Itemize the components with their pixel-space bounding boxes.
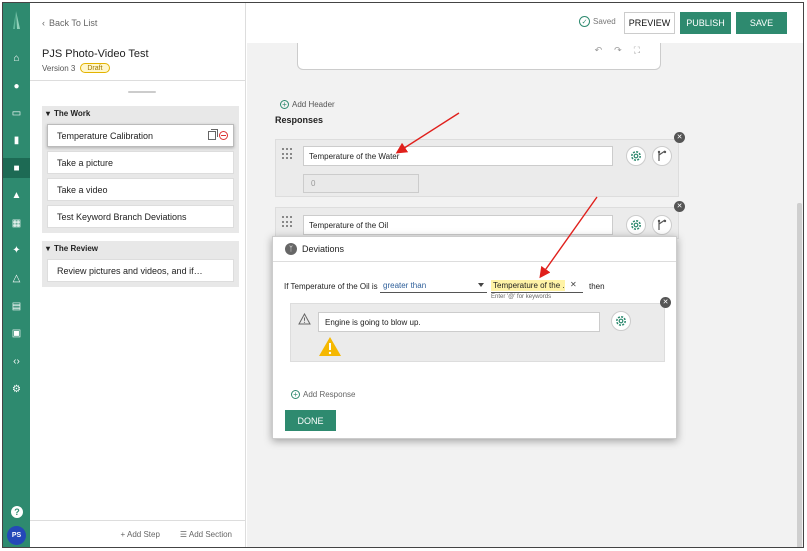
drag-handle[interactable] [128,91,156,93]
deviations-dialog: ᛉ Deviations If Temperature of the Oil i… [272,236,677,439]
back-to-list-link[interactable]: ‹ Back To List [42,18,97,28]
chat-icon[interactable]: ● [3,76,30,96]
branch-button[interactable] [652,146,672,166]
copy-icon[interactable] [208,129,218,140]
keyword-input[interactable]: Temperature of the ... ✕ [491,278,583,293]
keyword-hint: Enter '@' for keywords [491,294,552,300]
plus-circle-icon: + [280,100,289,109]
page-title: PJS Photo-Video Test [42,48,149,60]
deviation-message-input[interactable]: Engine is going to blow up. [318,312,600,332]
publish-button[interactable]: PUBLISH [680,12,731,34]
section-the-work: ▾ The Work Temperature Calibration Take … [42,106,239,233]
step-item[interactable]: Take a picture [47,151,234,174]
section-header[interactable]: ▾ The Work [42,106,239,121]
message-icon[interactable]: ▭ [3,103,30,123]
outline-panel: ‹ Back To List PJS Photo-Video Test Vers… [30,3,246,547]
gear-icon [631,151,641,161]
response-name-input[interactable]: Temperature of the Oil [303,215,613,235]
response-card: Temperature of the Water 0 [275,139,679,197]
gear-icon[interactable]: ⚙ [3,379,30,399]
nav-rail: ⌂ ● ▭ ▮ ■ ▲ ▦ ✦ △ ▤ ▣ ‹› ⚙ ? PS [3,3,30,547]
chevron-left-icon: ‹ [42,18,45,28]
id-card-icon[interactable]: ▤ [3,296,30,316]
fullscreen-icon[interactable]: ⛶ [634,45,640,56]
version-info: Version 3 Draft [42,63,110,73]
rich-text-editor[interactable]: ↶ ↷ ⛶ [297,43,661,70]
gear-icon [616,316,626,326]
status-badge: Draft [80,63,110,73]
response-card: Temperature of the Oil [275,207,679,239]
condition-label: If Temperature of the Oil is [284,282,378,291]
tree-icon[interactable]: △ [3,268,30,288]
procedure-icon[interactable]: ■ [3,158,30,178]
list-icon: ☰ [179,529,189,539]
outline-footer: + Add Step ☰ Add Section [30,520,246,547]
close-icon[interactable]: ✕ [674,132,685,143]
deviation-icon: ᛉ [285,243,297,255]
preview-button[interactable]: PREVIEW [624,12,675,34]
then-label: then [589,282,605,291]
drag-handle-icon[interactable] [282,216,292,228]
plus-circle-icon: + [291,390,300,399]
report-icon[interactable]: ▣ [3,323,30,343]
step-item[interactable]: Temperature Calibration [47,124,234,147]
warning-icon [319,337,341,356]
step-item[interactable]: Test Keyword Branch Deviations [47,205,234,228]
step-item[interactable]: Review pictures and videos, and if… [47,259,234,282]
code-icon[interactable]: ‹› [3,351,30,371]
responses-heading: Responses [275,115,324,125]
settings-button[interactable] [611,311,631,331]
section-header[interactable]: ▾ The Review [42,241,239,256]
add-step-button[interactable]: + Add Step [121,530,160,539]
response-name-input[interactable]: Temperature of the Water [303,146,613,166]
gear-icon [631,220,641,230]
step-item[interactable]: Take a video [47,178,234,201]
home-icon[interactable]: ⌂ [3,48,30,68]
warning-outline-icon [298,313,311,325]
deviation-response-card: Engine is going to blow up. [290,303,665,362]
saved-indicator: ✓ Saved [579,16,616,27]
numeric-input[interactable]: 0 [303,174,419,193]
branch-button[interactable] [652,215,672,235]
avatar[interactable]: PS [7,526,26,545]
top-bar: ✓ Saved PREVIEW PUBLISH SAVE [247,3,803,43]
remove-icon[interactable] [219,131,228,140]
close-icon[interactable]: ✕ [660,297,671,308]
help-icon[interactable]: ? [11,506,23,518]
done-button[interactable]: DONE [285,410,336,431]
branch-icon [657,219,667,230]
check-circle-icon: ✓ [579,16,590,27]
network-icon[interactable]: ✦ [3,240,30,260]
save-button[interactable]: SAVE [736,12,787,34]
dialog-header: ᛉ Deviations [273,237,676,262]
undo-icon[interactable]: ↶ [595,45,603,56]
add-section-button[interactable]: ☰ Add Section [180,530,232,539]
branch-icon [657,150,667,161]
close-icon[interactable]: ✕ [674,201,685,212]
grid-icon[interactable]: ▦ [3,213,30,233]
scrollbar[interactable] [797,203,802,547]
section-the-review: ▾ The Review Review pictures and videos,… [42,241,239,287]
caret-down-icon [478,283,484,287]
caret-down-icon: ▾ [46,244,51,253]
redo-icon[interactable]: ↷ [614,45,622,56]
drag-handle-icon[interactable] [282,148,292,160]
settings-button[interactable] [626,146,646,166]
keyword-chip: Temperature of the ... [491,280,565,291]
clipboard-icon[interactable]: ▮ [3,130,30,150]
caret-down-icon: ▾ [46,109,51,118]
clear-icon[interactable]: ✕ [570,280,577,289]
add-header-button[interactable]: + Add Header [280,100,335,109]
box-icon[interactable]: ▲ [3,185,30,205]
operator-select[interactable]: greater than [380,278,487,293]
brand-logo-icon [13,11,20,29]
add-response-button[interactable]: + Add Response [291,390,355,399]
settings-button[interactable] [626,215,646,235]
